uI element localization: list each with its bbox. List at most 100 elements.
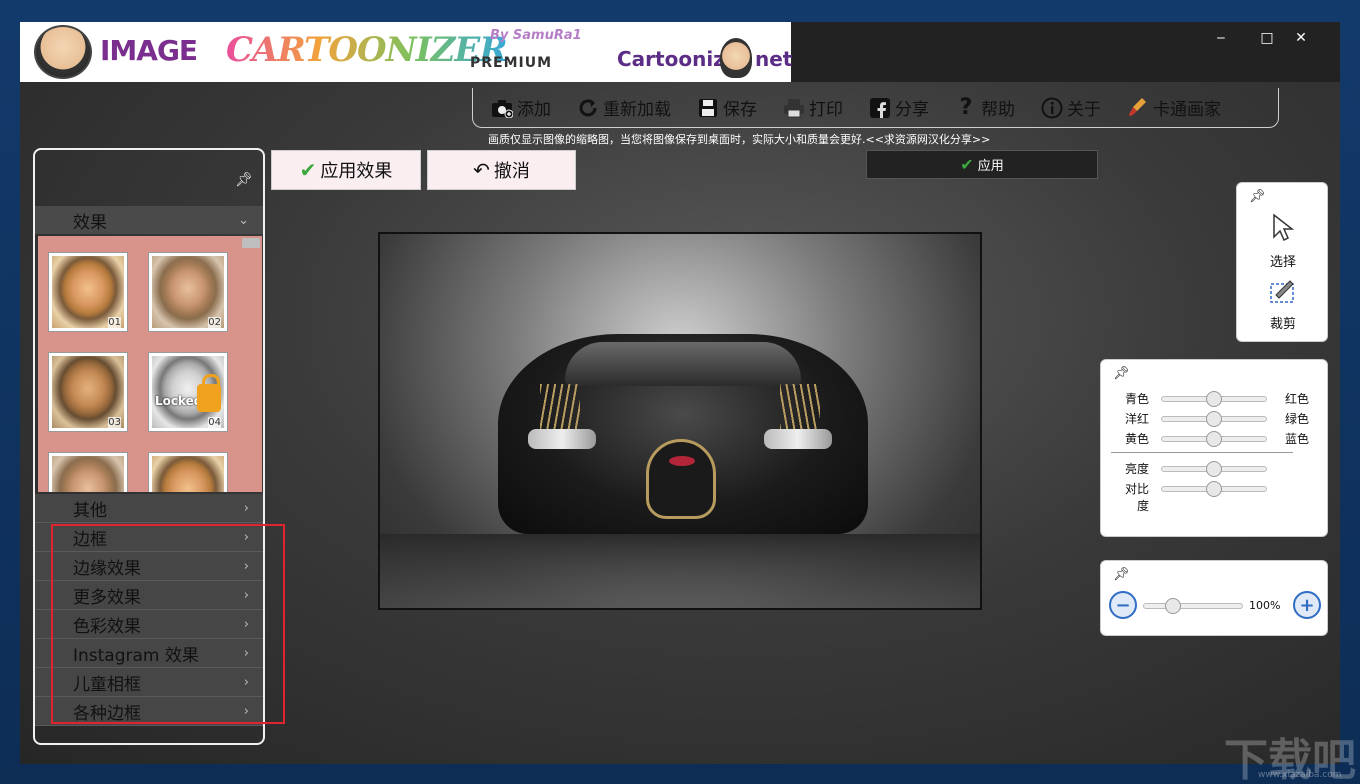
effect-thumbnail[interactable]: 03 bbox=[48, 352, 128, 432]
effect-thumbnail-locked[interactable] bbox=[48, 452, 128, 492]
maximize-button[interactable]: □ bbox=[1252, 30, 1282, 50]
effect-thumbnail[interactable]: 01 bbox=[48, 252, 128, 332]
check-icon: ✔ bbox=[960, 155, 974, 174]
title-bar: IMAGE CARTOONIZER By SamuRa1 PREMIUM Car… bbox=[20, 22, 1340, 82]
car-photo-grille bbox=[646, 439, 716, 519]
car-photo-badge bbox=[669, 456, 695, 466]
zoom-in-icon[interactable]: + bbox=[1293, 591, 1321, 619]
pin-icon[interactable]: 📌︎ bbox=[1113, 567, 1130, 582]
chevron-right-icon: › bbox=[243, 529, 249, 545]
effect-preview-image: 01 bbox=[52, 256, 124, 328]
camera-add-icon bbox=[491, 97, 513, 119]
category-label: 各种边框 bbox=[73, 703, 141, 724]
category-color-effects[interactable]: 色彩效果 › bbox=[35, 610, 263, 639]
category-label: Instagram 效果 bbox=[73, 645, 199, 666]
reload-button[interactable]: 重新加载 bbox=[577, 95, 671, 120]
effect-number: 03 bbox=[108, 417, 121, 428]
print-button[interactable]: 打印 bbox=[783, 95, 843, 120]
app-banner: IMAGE CARTOONIZER By SamuRa1 PREMIUM Car… bbox=[20, 22, 793, 82]
add-button[interactable]: 添加 bbox=[491, 95, 551, 120]
effect-preview-image: 03 bbox=[52, 356, 124, 428]
category-borders[interactable]: 边框 › bbox=[35, 523, 263, 552]
image-canvas[interactable] bbox=[378, 232, 982, 610]
slider-right-label: 蓝色 bbox=[1285, 432, 1310, 446]
brightness-row: 亮度 bbox=[1101, 460, 1329, 478]
pin-icon[interactable]: 📌︎ bbox=[1249, 189, 1266, 204]
chevron-right-icon: › bbox=[243, 616, 249, 632]
logo-cartoonizer-word: CARTOONIZER bbox=[226, 30, 508, 70]
slider-left-label: 青色 bbox=[1124, 392, 1149, 406]
effect-preview-image bbox=[52, 456, 124, 492]
brightness-slider[interactable] bbox=[1161, 461, 1267, 477]
slider-left-label: 对比度 bbox=[1124, 482, 1149, 513]
undo-button[interactable]: ↶ 撤消 bbox=[427, 150, 576, 190]
about-button[interactable]: 关于 bbox=[1041, 95, 1101, 120]
chevron-right-icon: › bbox=[243, 645, 249, 661]
slider-knob[interactable] bbox=[1206, 431, 1222, 447]
yellow-blue-slider[interactable] bbox=[1161, 431, 1267, 447]
save-label: 保存 bbox=[723, 100, 757, 120]
slider-knob[interactable] bbox=[1206, 461, 1222, 477]
chevron-right-icon: › bbox=[243, 703, 249, 719]
crop-tool-label: 裁剪 bbox=[1269, 317, 1296, 332]
facebook-icon bbox=[869, 97, 891, 119]
apply-button[interactable]: ✔ 应用 bbox=[866, 150, 1098, 179]
category-label: 其他 bbox=[73, 500, 107, 521]
pin-icon[interactable]: 📌︎ bbox=[1113, 366, 1130, 381]
category-various-frames[interactable]: 各种边框 › bbox=[35, 697, 263, 726]
effect-thumbnail-locked[interactable]: Locked 04 bbox=[148, 352, 228, 432]
zoom-slider[interactable] bbox=[1143, 598, 1243, 614]
effect-thumbnail-locked[interactable] bbox=[148, 452, 228, 492]
car-photo-stripes bbox=[540, 384, 580, 434]
magenta-green-slider[interactable] bbox=[1161, 411, 1267, 427]
category-kids-frames[interactable]: 儿童相框 › bbox=[35, 668, 263, 697]
category-label: 色彩效果 bbox=[73, 616, 141, 637]
select-tool-label: 选择 bbox=[1269, 255, 1296, 270]
tools-panel: 📌︎ 选择 裁剪 bbox=[1236, 182, 1328, 342]
help-button[interactable]: ? 帮助 bbox=[955, 95, 1015, 120]
crop-tool-button[interactable]: 裁剪 bbox=[1237, 277, 1329, 332]
info-icon bbox=[1041, 97, 1063, 119]
logo-site-suffix: net bbox=[755, 47, 793, 71]
select-tool-button[interactable]: 选择 bbox=[1237, 213, 1329, 270]
category-label: 儿童相框 bbox=[73, 674, 141, 695]
cyan-red-slider[interactable] bbox=[1161, 391, 1267, 407]
app-window: IMAGE CARTOONIZER By SamuRa1 PREMIUM Car… bbox=[20, 22, 1340, 764]
apply-effect-button[interactable]: ✔ 应用效果 bbox=[271, 150, 421, 190]
category-more-effects[interactable]: 更多效果 › bbox=[35, 581, 263, 610]
help-label: 帮助 bbox=[981, 100, 1015, 120]
scrollbar-thumb[interactable] bbox=[242, 238, 260, 248]
save-icon bbox=[697, 97, 719, 119]
effect-thumbnail[interactable]: 02 bbox=[148, 252, 228, 332]
category-other[interactable]: 其他 › bbox=[35, 494, 263, 523]
divider bbox=[1111, 452, 1293, 453]
pin-icon[interactable]: 📌︎ bbox=[235, 172, 253, 188]
check-icon: ✔ bbox=[299, 158, 317, 182]
slider-right-label: 红色 bbox=[1285, 392, 1310, 406]
add-label: 添加 bbox=[517, 100, 551, 120]
minimize-button[interactable]: ‒ bbox=[1206, 30, 1236, 50]
cyan-red-row: 青色 红色 bbox=[1101, 390, 1329, 408]
slider-knob[interactable] bbox=[1206, 411, 1222, 427]
contrast-slider[interactable] bbox=[1161, 481, 1267, 497]
effect-number: 04 bbox=[208, 417, 221, 428]
save-button[interactable]: 保存 bbox=[697, 95, 757, 120]
cartoon-painter-label: 卡通画家 bbox=[1153, 100, 1221, 120]
help-icon: ? bbox=[959, 95, 973, 120]
category-edge-effects[interactable]: 边缘效果 › bbox=[35, 552, 263, 581]
cartoon-painter-button[interactable]: 卡通画家 bbox=[1127, 95, 1221, 120]
share-label: 分享 bbox=[895, 100, 929, 120]
apply-label: 应用 bbox=[977, 159, 1004, 174]
slider-knob[interactable] bbox=[1206, 481, 1222, 497]
category-instagram-effects[interactable]: Instagram 效果 › bbox=[35, 639, 263, 668]
slider-left-label: 亮度 bbox=[1124, 462, 1149, 476]
zoom-out-icon[interactable]: − bbox=[1109, 591, 1137, 619]
slider-knob[interactable] bbox=[1206, 391, 1222, 407]
share-button[interactable]: 分享 bbox=[869, 95, 929, 120]
category-label: 边框 bbox=[73, 529, 107, 550]
watermark-url: www.xiazaiba.com bbox=[1258, 770, 1342, 780]
effects-section-header[interactable]: 效果 ⌄ bbox=[35, 206, 263, 234]
cursor-arrow-icon bbox=[1237, 213, 1329, 249]
slider-knob[interactable] bbox=[1164, 598, 1181, 614]
close-button[interactable]: ✕ bbox=[1286, 30, 1316, 50]
